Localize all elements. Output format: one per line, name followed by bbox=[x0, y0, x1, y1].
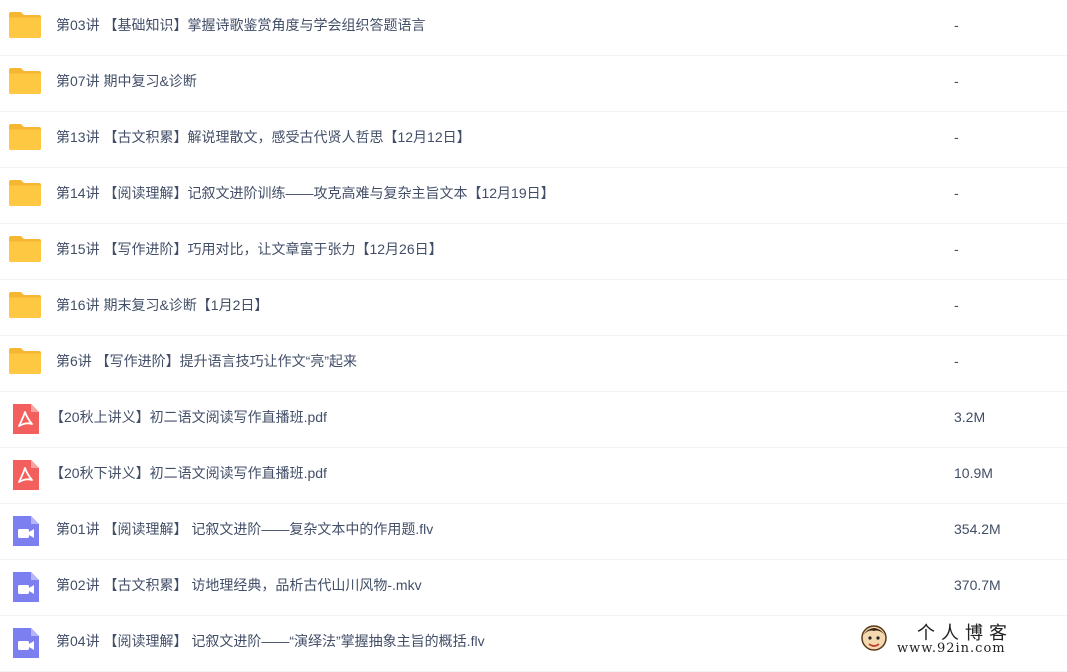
file-row[interactable]: 第14讲 【阅读理解】记叙文进阶训练——攻克高难与复杂主旨文本【12月19日】 - bbox=[0, 168, 1067, 224]
file-name[interactable]: 第01讲 【阅读理解】 记叙文进阶——复杂文本中的作用题.flv bbox=[56, 504, 433, 554]
file-row[interactable]: 【20秋上讲义】初二语文阅读写作直播班.pdf 3.2M bbox=[0, 392, 1067, 448]
pdf-icon bbox=[8, 404, 42, 434]
file-row[interactable]: 第13讲 【古文积累】解说理散文，感受古代贤人哲思【12月12日】 - bbox=[0, 112, 1067, 168]
file-size: 370.7M bbox=[954, 577, 1001, 593]
file-name[interactable]: 第07讲 期中复习&诊断 bbox=[56, 56, 197, 106]
file-name[interactable]: 第03讲 【基础知识】掌握诗歌鉴赏角度与学会组织答题语言 bbox=[56, 0, 425, 50]
file-row[interactable]: 第01讲 【阅读理解】 记叙文进阶——复杂文本中的作用题.flv 354.2M bbox=[0, 504, 1067, 560]
file-list: 第03讲 【基础知识】掌握诗歌鉴赏角度与学会组织答题语言 - 第07讲 期中复习&诊… bbox=[0, 0, 1067, 672]
video-icon bbox=[8, 516, 42, 546]
file-name[interactable]: 【20秋下讲义】初二语文阅读写作直播班.pdf bbox=[50, 448, 327, 498]
pdf-icon bbox=[8, 460, 42, 490]
file-size: - bbox=[954, 17, 959, 33]
file-size: - bbox=[954, 73, 959, 89]
video-icon bbox=[8, 628, 42, 658]
file-row[interactable]: 第02讲 【古文积累】 访地理经典，品析古代山川风物-.mkv 370.7M bbox=[0, 560, 1067, 616]
file-name[interactable]: 【20秋上讲义】初二语文阅读写作直播班.pdf bbox=[50, 392, 327, 442]
file-name[interactable]: 第6讲 【写作进阶】提升语言技巧让作文“亮”起来 bbox=[56, 336, 357, 386]
folder-icon bbox=[8, 290, 42, 320]
folder-icon bbox=[8, 234, 42, 264]
folder-icon bbox=[8, 346, 42, 376]
file-size: - bbox=[954, 353, 959, 369]
folder-icon bbox=[8, 122, 42, 152]
file-size: - bbox=[954, 129, 959, 145]
file-size: 354.2M bbox=[954, 521, 1001, 537]
file-size: - bbox=[954, 185, 959, 201]
file-row[interactable]: 第15讲 【写作进阶】巧用对比，让文章富于张力【12月26日】 - bbox=[0, 224, 1067, 280]
file-size: 3.2M bbox=[954, 409, 986, 425]
video-icon bbox=[8, 572, 42, 602]
file-name[interactable]: 第04讲 【阅读理解】 记叙文进阶——“演绎法”掌握抽象主旨的概括.flv bbox=[56, 616, 485, 666]
folder-icon bbox=[8, 10, 42, 40]
file-size: - bbox=[954, 241, 959, 257]
file-name[interactable]: 第14讲 【阅读理解】记叙文进阶训练——攻克高难与复杂主旨文本【12月19日】 bbox=[56, 168, 555, 218]
file-row[interactable]: 【20秋下讲义】初二语文阅读写作直播班.pdf 10.9M bbox=[0, 448, 1067, 504]
file-name[interactable]: 第13讲 【古文积累】解说理散文，感受古代贤人哲思【12月12日】 bbox=[56, 112, 471, 162]
file-name[interactable]: 第16讲 期末复习&诊断【1月2日】 bbox=[56, 280, 268, 330]
file-row[interactable]: 第03讲 【基础知识】掌握诗歌鉴赏角度与学会组织答题语言 - bbox=[0, 0, 1067, 56]
file-size: 10.9M bbox=[954, 465, 993, 481]
folder-icon bbox=[8, 66, 42, 96]
file-name[interactable]: 第02讲 【古文积累】 访地理经典，品析古代山川风物-.mkv bbox=[56, 560, 422, 610]
watermark-avatar-icon bbox=[861, 625, 887, 651]
file-name[interactable]: 第15讲 【写作进阶】巧用对比，让文章富于张力【12月26日】 bbox=[56, 224, 443, 274]
file-row[interactable]: 第6讲 【写作进阶】提升语言技巧让作文“亮”起来 - bbox=[0, 336, 1067, 392]
watermark: 个人博客 www.92in.com bbox=[857, 619, 1053, 659]
watermark-url: www.92in.com bbox=[897, 641, 1006, 656]
file-row[interactable]: 第07讲 期中复习&诊断 - bbox=[0, 56, 1067, 112]
file-row[interactable]: 第16讲 期末复习&诊断【1月2日】 - bbox=[0, 280, 1067, 336]
folder-icon bbox=[8, 178, 42, 208]
file-size: - bbox=[954, 297, 959, 313]
